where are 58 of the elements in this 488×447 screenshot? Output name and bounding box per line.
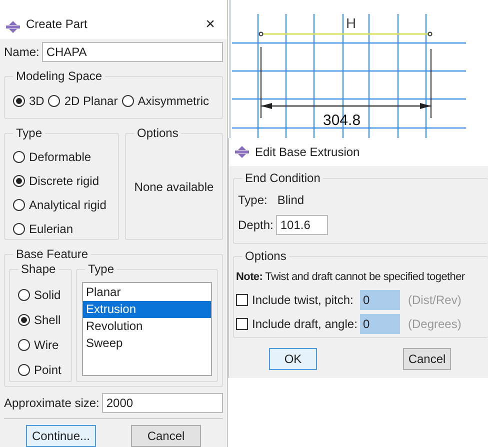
type-value: Blind — [277, 192, 304, 209]
list-item[interactable]: Planar — [83, 284, 211, 302]
unit-label: (Dist/Rev) — [408, 292, 462, 308]
radio-button[interactable] — [18, 364, 30, 376]
radio-button[interactable] — [13, 199, 25, 212]
radio-button[interactable] — [122, 94, 134, 107]
window-title: Edit Base Extrusion — [255, 144, 360, 161]
radio-button[interactable] — [48, 94, 60, 107]
radio-button[interactable] — [13, 175, 25, 188]
list-item[interactable]: Sweep — [83, 335, 211, 352]
group-title: Options — [242, 248, 290, 264]
group-title: Modeling Space — [13, 68, 106, 84]
radio-button[interactable] — [18, 289, 30, 302]
value-field[interactable]: 0 — [360, 314, 400, 334]
radio-label: Eulerian — [29, 221, 74, 238]
radio-label: Analytical rigid — [29, 197, 106, 214]
unit-label: (Degrees) — [408, 316, 462, 332]
note-text: Note: Twist and draft cannot be specified together — [236, 270, 466, 285]
list-item[interactable]: Revolution — [83, 318, 211, 336]
value-field[interactable]: 0 — [360, 290, 400, 310]
name-label: Name: — [4, 44, 40, 62]
name-field[interactable]: CHAPA — [42, 42, 223, 62]
radio-button[interactable] — [18, 339, 30, 352]
radio-label: Shell — [34, 312, 61, 330]
part-icon — [6, 21, 20, 34]
constraint-label: H — [346, 15, 356, 31]
list-item[interactable]: Extrusion — [83, 301, 211, 318]
options-text: None available — [134, 178, 214, 196]
radio-label: Point — [34, 362, 62, 380]
radio-button[interactable] — [13, 151, 25, 164]
radio-label: 2D Planar — [64, 92, 118, 110]
checkbox[interactable] — [236, 294, 248, 306]
radio-button[interactable] — [13, 94, 25, 107]
checkbox-label: Include draft, angle: — [252, 316, 356, 332]
radio-label: Solid — [34, 287, 61, 304]
size-field[interactable]: 2000 — [102, 393, 223, 413]
dialog-button[interactable]: Cancel — [403, 348, 451, 370]
size-label: Approximate size: — [4, 395, 100, 412]
depth-label: Depth: — [238, 217, 274, 234]
group-title: Options — [134, 125, 182, 142]
group-title: Shape — [18, 261, 59, 278]
radio-button[interactable] — [18, 314, 30, 326]
depth-field[interactable]: 101.6 — [276, 215, 328, 235]
radio-label: Axisymmetric — [138, 92, 210, 110]
dialog-button[interactable]: Cancel — [131, 425, 201, 447]
checkbox-label: Include twist, pitch: — [252, 292, 354, 308]
checkbox[interactable] — [236, 318, 248, 330]
radio-label: 3D — [29, 92, 44, 110]
part-icon — [235, 146, 249, 158]
dialog-button[interactable]: OK — [269, 348, 317, 370]
dialog-button[interactable]: Continue... — [26, 425, 96, 447]
radio-label: Discrete rigid — [29, 173, 100, 190]
radio-button[interactable] — [13, 223, 25, 236]
radio-label: Wire — [34, 337, 59, 354]
window-title: Create Part — [26, 16, 88, 34]
close-button[interactable]: × — [206, 17, 221, 34]
type-label: Type: — [238, 192, 268, 209]
radio-label: Deformable — [29, 149, 92, 166]
